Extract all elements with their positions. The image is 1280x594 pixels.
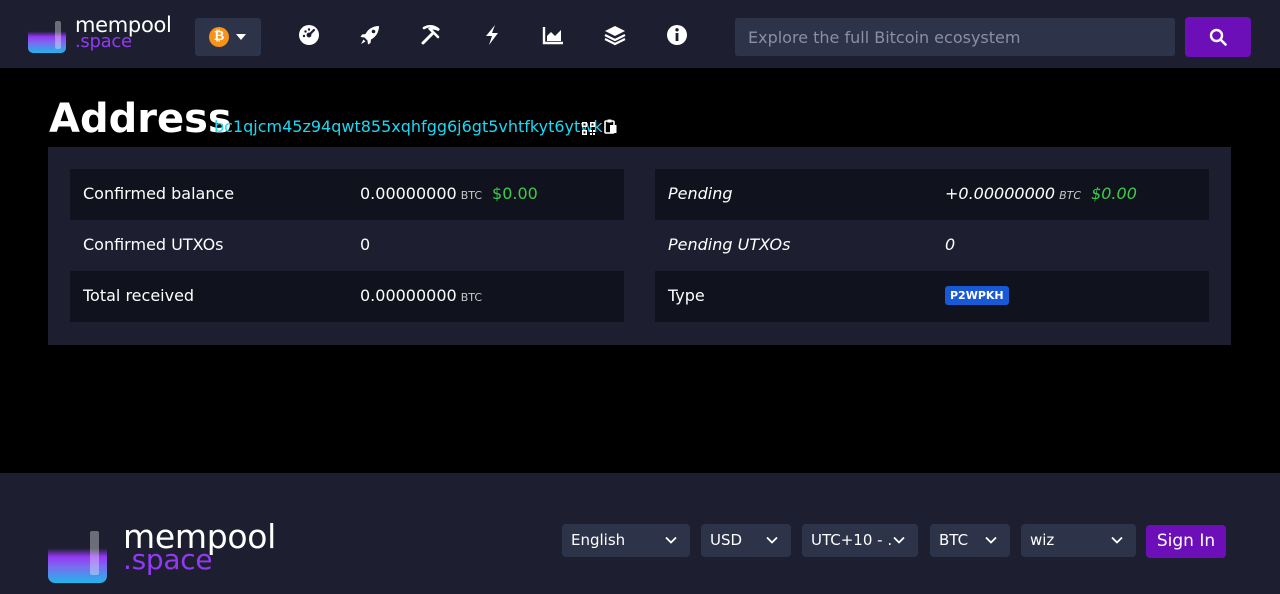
- mining-pickaxe-icon[interactable]: [419, 23, 443, 47]
- type-value: P2WPKH: [945, 286, 1009, 307]
- mempool-logo-mark: [28, 17, 66, 53]
- currency-select-value: USD: [710, 531, 743, 549]
- chevron-down-icon: [665, 536, 677, 544]
- total-received-row: Total received 0.00000000 BTC: [70, 271, 624, 322]
- language-select-value: English: [571, 531, 626, 549]
- footer-logo-text-space: .space: [123, 543, 213, 576]
- footer-logo-mark: [48, 525, 107, 583]
- chevron-down-icon: [893, 536, 905, 544]
- chevron-down-icon: [766, 536, 778, 544]
- pending-utxos-label: Pending UTXOs: [668, 235, 791, 254]
- lightning-icon[interactable]: [480, 23, 504, 47]
- pending-label: Pending: [668, 184, 733, 203]
- btc-unit: BTC: [460, 291, 483, 304]
- confirmed-utxos-value: 0: [360, 235, 371, 254]
- total-received-btc: 0.00000000: [360, 286, 457, 305]
- page-title: Address: [49, 96, 232, 142]
- copy-icon[interactable]: [604, 119, 617, 134]
- timezone-select[interactable]: UTC+10 - .: [802, 524, 918, 557]
- btc-unit: BTC: [460, 189, 483, 202]
- chevron-down-icon: [985, 536, 997, 544]
- theme-select[interactable]: wiz: [1021, 524, 1136, 557]
- qrcode-icon[interactable]: [582, 120, 595, 135]
- denomination-select[interactable]: BTC: [930, 524, 1010, 557]
- type-label: Type: [668, 286, 705, 305]
- footer: mempool .space English USD UTC+10 - . BT…: [0, 473, 1280, 594]
- bitcoin-icon: ₿: [209, 27, 229, 47]
- search-input[interactable]: [735, 18, 1175, 56]
- theme-select-value: wiz: [1030, 531, 1055, 549]
- top-navbar: mempool .space ₿: [0, 0, 1280, 68]
- logo-text-space: .space: [75, 31, 132, 52]
- confirmed-utxos-label: Confirmed UTXOs: [83, 235, 224, 254]
- confirmed-balance-label: Confirmed balance: [83, 184, 235, 203]
- pending-btc: +0.00000000: [945, 184, 1056, 203]
- pending-utxos-row: Pending UTXOs 0: [655, 220, 1209, 271]
- footer-mempool-logo[interactable]: mempool .space: [48, 517, 288, 585]
- network-selector[interactable]: ₿: [195, 18, 261, 56]
- total-received-value: 0.00000000 BTC: [360, 286, 482, 305]
- confirmed-utxos-row: Confirmed UTXOs 0: [70, 220, 624, 271]
- language-select[interactable]: English: [562, 524, 690, 557]
- pending-value: +0.00000000 BTC $0.00: [945, 184, 1137, 203]
- blocks-stack-icon[interactable]: [603, 23, 627, 47]
- pending-row: Pending +0.00000000 BTC $0.00: [655, 169, 1209, 220]
- denomination-select-value: BTC: [939, 531, 969, 549]
- chevron-down-icon: [1111, 536, 1123, 544]
- rocket-icon[interactable]: [358, 23, 382, 47]
- timezone-select-value: UTC+10 - .: [811, 531, 893, 549]
- search-icon: [1209, 28, 1227, 46]
- confirmed-balance-row: Confirmed balance 0.00000000 BTC $0.00: [70, 169, 624, 220]
- mempool-logo[interactable]: mempool .space: [28, 13, 180, 55]
- address-details-panel: Confirmed balance 0.00000000 BTC $0.00 Con…: [48, 147, 1231, 345]
- pending-utxos-value: 0: [945, 235, 956, 254]
- dashboard-icon[interactable]: [297, 23, 321, 47]
- info-icon[interactable]: [665, 23, 689, 47]
- sign-in-button[interactable]: Sign In: [1146, 525, 1226, 558]
- address-link[interactable]: bc1qjcm45z94qwt855xqhfgg6j6gt5vhtfkyt6yt…: [214, 117, 603, 136]
- confirmed-balance-usd: $0.00: [492, 184, 538, 203]
- confirmed-balance-btc: 0.00000000: [360, 184, 457, 203]
- total-received-label: Total received: [83, 286, 195, 305]
- pending-usd: $0.00: [1091, 184, 1137, 203]
- graphs-icon[interactable]: [541, 23, 565, 47]
- type-row: Type P2WPKH: [655, 271, 1209, 322]
- address-type-badge: P2WPKH: [945, 286, 1009, 305]
- caret-down-icon: [236, 34, 246, 40]
- confirmed-balance-value: 0.00000000 BTC $0.00: [360, 184, 538, 203]
- currency-select[interactable]: USD: [701, 524, 791, 557]
- btc-unit: BTC: [1059, 189, 1082, 202]
- search-button[interactable]: [1185, 17, 1251, 57]
